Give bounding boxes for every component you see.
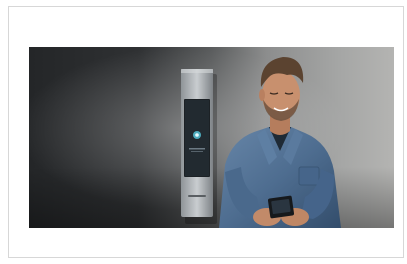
- product-photo: [29, 47, 394, 228]
- smartphone: [267, 195, 295, 219]
- door-intercom-panel: [181, 69, 213, 217]
- key-icon: [193, 131, 201, 139]
